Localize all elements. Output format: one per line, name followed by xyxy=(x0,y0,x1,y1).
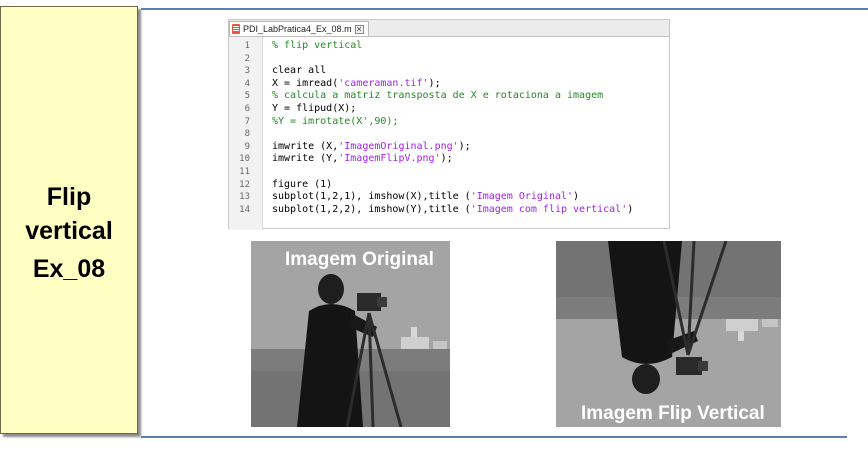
line-number-gutter: 1 2 3 4 5 6 7 8 9 10 11 12 13 14 xyxy=(229,37,263,230)
original-image: Imagem Original xyxy=(251,241,450,427)
line-number: 14 xyxy=(239,204,250,215)
code-line: clear all xyxy=(272,65,669,78)
code-line: % calcula a matriz transposta de X e rot… xyxy=(272,90,669,103)
code-line: Y = flipud(X); xyxy=(272,103,669,116)
code-token: imwrite (Y, xyxy=(272,153,339,165)
code-line: subplot(1,2,2), imshow(Y),title ('Imagem… xyxy=(272,204,669,217)
topic-title-line1: Flip xyxy=(46,183,92,211)
code-token: clear all xyxy=(272,65,327,77)
close-tab-icon[interactable]: ✕ xyxy=(354,24,364,34)
line-number: 13 xyxy=(239,192,250,203)
code-line: X = imread('cameraman.tif'); xyxy=(272,78,669,91)
editor-tab[interactable]: PDI_LabPratica4_Ex_08.m ✕ xyxy=(229,21,369,36)
code-token: ); xyxy=(428,77,441,89)
code-area[interactable]: % flip vertical clear all X = imread('came… xyxy=(263,37,669,230)
code-editor: PDI_LabPratica4_Ex_08.m ✕ 1 2 3 4 5 6 7 8 9 10 11 1… xyxy=(228,19,670,230)
editor-tab-bar: PDI_LabPratica4_Ex_08.m ✕ xyxy=(229,20,669,37)
original-image-title: Imagem Original xyxy=(285,249,434,270)
code-token: X = imread( xyxy=(272,77,339,89)
code-token: figure (1) xyxy=(272,178,333,190)
code-token: 'Imagem com flip vertical' xyxy=(470,203,628,215)
line-number: 8 xyxy=(244,129,250,140)
exercise-code: Ex_08 xyxy=(32,255,106,283)
line-number: 10 xyxy=(239,154,250,165)
line-number: 12 xyxy=(239,179,250,190)
line-number: 9 xyxy=(244,141,250,152)
code-token: subplot(1,2,1), imshow(X),title ( xyxy=(272,191,471,203)
code-line: imwrite (X,'ImagemOriginal.png'); xyxy=(272,141,669,154)
code-token: % flip vertical xyxy=(272,40,363,51)
line-number: 3 xyxy=(244,66,250,77)
code-token: Y = flipud(X); xyxy=(272,102,357,114)
code-token: ); xyxy=(458,140,471,152)
code-token: %Y = imrotate(X',90); xyxy=(272,115,399,127)
code-token: ) xyxy=(627,203,634,215)
bottom-divider xyxy=(141,436,847,438)
flipped-image: Imagem Flip Vertical xyxy=(556,241,781,427)
topic-label-panel: Flip vertical Ex_08 xyxy=(0,6,138,434)
code-line: figure (1) xyxy=(272,179,669,192)
code-token: 'ImagemOriginal.png' xyxy=(338,140,459,152)
topic-title-line2: vertical xyxy=(25,217,113,245)
flipped-image-title: Imagem Flip Vertical xyxy=(581,403,765,424)
editor-body: 1 2 3 4 5 6 7 8 9 10 11 12 13 14 % flip vertical clear… xyxy=(229,37,669,230)
code-token: ); xyxy=(440,153,453,165)
line-number: 7 xyxy=(244,116,250,127)
code-line: imwrite (Y,'ImagemFlipV.png'); xyxy=(272,153,669,166)
line-number: 2 xyxy=(244,53,250,64)
line-number: 1 xyxy=(244,41,250,51)
code-token: ) xyxy=(573,191,580,203)
editor-tab-label: PDI_LabPratica4_Ex_08.m xyxy=(243,24,352,34)
line-number: 6 xyxy=(244,103,250,114)
line-number: 11 xyxy=(239,166,250,177)
code-line: subplot(1,2,1), imshow(X),title ('Imagem… xyxy=(272,191,669,204)
matlab-file-icon xyxy=(232,24,240,34)
top-divider xyxy=(141,8,868,10)
code-token: 'cameraman.tif' xyxy=(338,77,429,89)
line-number: 5 xyxy=(244,91,250,102)
code-token: imwrite (X, xyxy=(272,140,339,152)
code-line: % flip vertical xyxy=(272,40,669,53)
cameraman-flipped-photo-icon xyxy=(556,241,781,427)
code-token: 'Imagem Original' xyxy=(470,191,574,203)
line-number: 4 xyxy=(244,78,250,89)
code-token: subplot(1,2,2), imshow(Y),title ( xyxy=(272,203,471,215)
code-token: % calcula a matriz transposta de X e rot… xyxy=(272,90,604,102)
code-token: 'ImagemFlipV.png' xyxy=(338,153,441,165)
slide: Flip vertical Ex_08 PDI_LabPratica4_Ex_0… xyxy=(0,0,868,450)
code-line: %Y = imrotate(X',90); xyxy=(272,116,669,129)
